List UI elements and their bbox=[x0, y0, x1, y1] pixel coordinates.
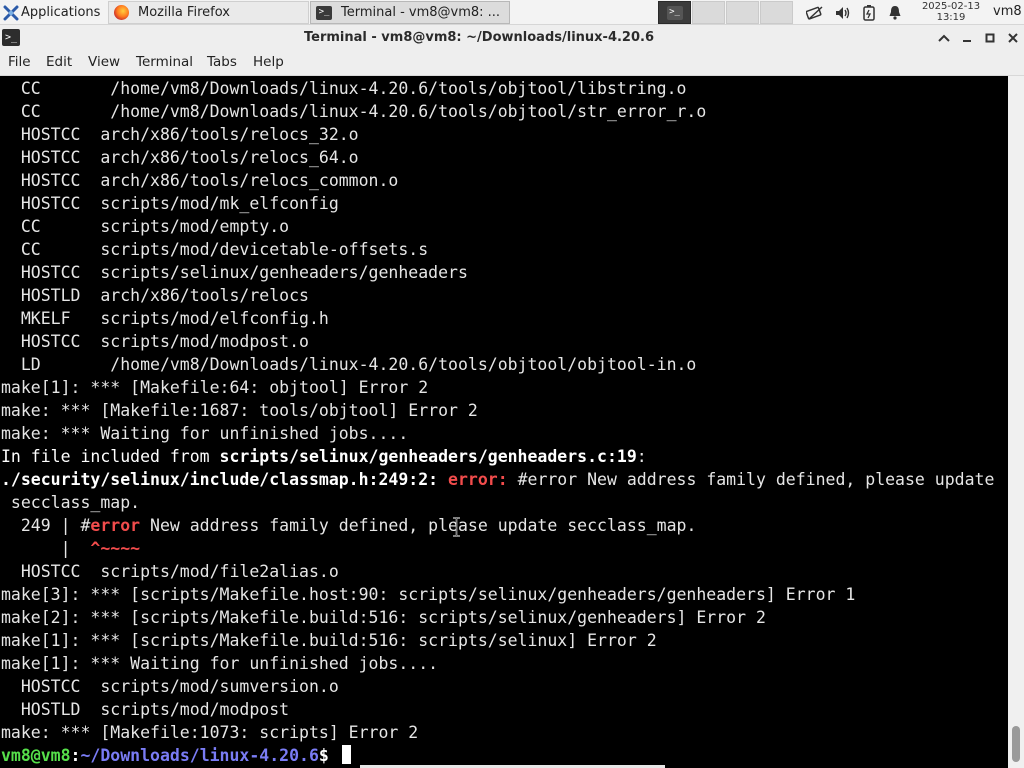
battery-icon[interactable] bbox=[860, 4, 878, 21]
ibeam-cursor-icon bbox=[453, 517, 460, 537]
workspace-3[interactable] bbox=[726, 1, 759, 24]
prompt-dollar: $ bbox=[318, 746, 339, 765]
chevron-up-icon[interactable] bbox=[934, 28, 954, 48]
error-location: ./security/selinux/include/classmap.h:24… bbox=[1, 470, 439, 489]
terminal-line: secclass_map. bbox=[1, 493, 141, 512]
maximize-button[interactable] bbox=[980, 28, 1000, 48]
terminal-line: make[1]: *** Waiting for unfinished jobs… bbox=[1, 654, 439, 673]
terminal-line-source: 249 | #error New address family defined,… bbox=[1, 514, 697, 537]
terminal-line: make: *** [Makefile:1687: tools/objtool]… bbox=[1, 401, 478, 420]
workspace-1[interactable]: >_ bbox=[658, 1, 691, 24]
menu-edit[interactable]: Edit bbox=[46, 54, 72, 70]
source-rest: New address family defined, please updat… bbox=[140, 516, 697, 535]
scrollbar-thumb[interactable] bbox=[1012, 726, 1020, 762]
terminal-line: make[1]: *** [Makefile:64: objtool] Erro… bbox=[1, 378, 429, 397]
taskbar-item-firefox[interactable]: Mozilla Firefox bbox=[108, 1, 309, 24]
xfce-logo-icon bbox=[3, 5, 19, 20]
terminal-line: make: *** [Makefile:1073: scripts] Error… bbox=[1, 723, 419, 742]
menu-help[interactable]: Help bbox=[253, 54, 284, 70]
shell-prompt[interactable]: vm8@vm8:~/Downloads/linux-4.20.6$ bbox=[1, 744, 339, 767]
terminal-line-caret: | ^~~~~ bbox=[1, 537, 140, 560]
included-suffix: : bbox=[636, 447, 647, 466]
terminal-line: CC /home/vm8/Downloads/linux-4.20.6/tool… bbox=[1, 79, 687, 98]
terminal-line: HOSTCC scripts/mod/modpost.o bbox=[1, 332, 309, 351]
menu-view[interactable]: View bbox=[88, 54, 120, 70]
clock-time: 13:19 bbox=[936, 12, 966, 23]
terminal-line: HOSTCC scripts/selinux/genheaders/genhea… bbox=[1, 263, 468, 282]
close-button[interactable] bbox=[1003, 28, 1023, 48]
terminal-line: HOSTLD arch/x86/tools/relocs bbox=[1, 286, 309, 305]
prompt-separator: : bbox=[70, 746, 81, 765]
terminal-output[interactable]: CC /home/vm8/Downloads/linux-4.20.6/tool… bbox=[0, 76, 1008, 768]
prompt-path: ~/Downloads/linux-4.20.6 bbox=[80, 746, 319, 765]
applications-label: Applications bbox=[21, 5, 101, 20]
firefox-icon bbox=[114, 5, 129, 20]
text-cursor bbox=[342, 745, 351, 764]
workspace-2[interactable] bbox=[692, 1, 725, 24]
terminal-line: CC scripts/mod/empty.o bbox=[1, 217, 290, 236]
terminal-line: make[2]: *** [scripts/Makefile.build:516… bbox=[1, 608, 766, 627]
terminal-line: make[1]: *** [scripts/Makefile.build:516… bbox=[1, 631, 657, 650]
vertical-scrollbar[interactable] bbox=[1008, 76, 1024, 768]
menu-tabs[interactable]: Tabs bbox=[207, 54, 237, 70]
menubar: File Edit View Terminal Tabs Help bbox=[0, 51, 1024, 76]
menu-file[interactable]: File bbox=[8, 54, 31, 70]
terminal-line-error: ./security/selinux/include/classmap.h:24… bbox=[1, 468, 994, 491]
terminal-line: CC scripts/mod/devicetable-offsets.s bbox=[1, 240, 429, 259]
menu-terminal[interactable]: Terminal bbox=[136, 54, 193, 70]
taskbar-item-label: Mozilla Firefox bbox=[138, 5, 230, 20]
source-error-keyword: error bbox=[90, 516, 141, 535]
included-file: scripts/selinux/genheaders/genheaders.c:… bbox=[219, 447, 637, 466]
window-titlebar[interactable]: >_ Terminal - vm8@vm8: ~/Downloads/linux… bbox=[0, 25, 1024, 51]
user-menu[interactable]: vm8 bbox=[993, 4, 1022, 19]
top-panel: Applications Mozilla Firefox >_ Terminal… bbox=[0, 0, 1024, 25]
error-label: error: bbox=[448, 470, 508, 489]
caret-marker: ^~~~~ bbox=[90, 539, 141, 558]
terminal-line: HOSTCC scripts/mod/file2alias.o bbox=[1, 562, 339, 581]
caret-prefix: | bbox=[1, 539, 91, 558]
terminal-line: make[3]: *** [scripts/Makefile.host:90: … bbox=[1, 585, 856, 604]
terminal-line: MKELF scripts/mod/elfconfig.h bbox=[1, 309, 329, 328]
terminal-line: HOSTLD scripts/mod/modpost bbox=[1, 700, 290, 719]
terminal-line: HOSTCC scripts/mod/mk_elfconfig bbox=[1, 194, 339, 213]
terminal-line: HOSTCC arch/x86/tools/relocs_64.o bbox=[1, 148, 359, 167]
taskbar-item-label: Terminal - vm8@vm8: ... bbox=[341, 5, 501, 20]
terminal-line: HOSTCC scripts/mod/sumversion.o bbox=[1, 677, 339, 696]
terminal-line: LD /home/vm8/Downloads/linux-4.20.6/tool… bbox=[1, 355, 697, 374]
terminal-line: HOSTCC arch/x86/tools/relocs_32.o bbox=[1, 125, 359, 144]
terminal-line: HOSTCC arch/x86/tools/relocs_common.o bbox=[1, 171, 399, 190]
clock[interactable]: 2025-02-13 13:19 bbox=[916, 1, 986, 23]
volume-icon[interactable] bbox=[834, 4, 852, 21]
network-icon[interactable] bbox=[806, 4, 824, 21]
terminal-line: CC /home/vm8/Downloads/linux-4.20.6/tool… bbox=[1, 102, 707, 121]
workspace-4[interactable] bbox=[760, 1, 793, 24]
prompt-user: vm8@vm8 bbox=[1, 746, 71, 765]
terminal-icon: >_ bbox=[666, 5, 683, 20]
included-prefix: In file included from bbox=[1, 447, 220, 466]
clock-date: 2025-02-13 bbox=[921, 1, 981, 12]
terminal-line: make: *** Waiting for unfinished jobs...… bbox=[1, 424, 409, 443]
source-line-number: 249 | # bbox=[1, 516, 91, 535]
applications-menu-button[interactable]: Applications bbox=[0, 0, 106, 25]
terminal-line-included: In file included from scripts/selinux/ge… bbox=[1, 445, 647, 468]
minimize-button[interactable] bbox=[957, 28, 977, 48]
terminal-icon: >_ bbox=[316, 5, 332, 20]
error-message: #error New address family defined, pleas… bbox=[507, 470, 995, 489]
notification-bell-icon[interactable] bbox=[886, 4, 904, 21]
window-title: Terminal - vm8@vm8: ~/Downloads/linux-4.… bbox=[304, 30, 654, 45]
taskbar-item-terminal[interactable]: >_ Terminal - vm8@vm8: ... bbox=[310, 1, 510, 24]
